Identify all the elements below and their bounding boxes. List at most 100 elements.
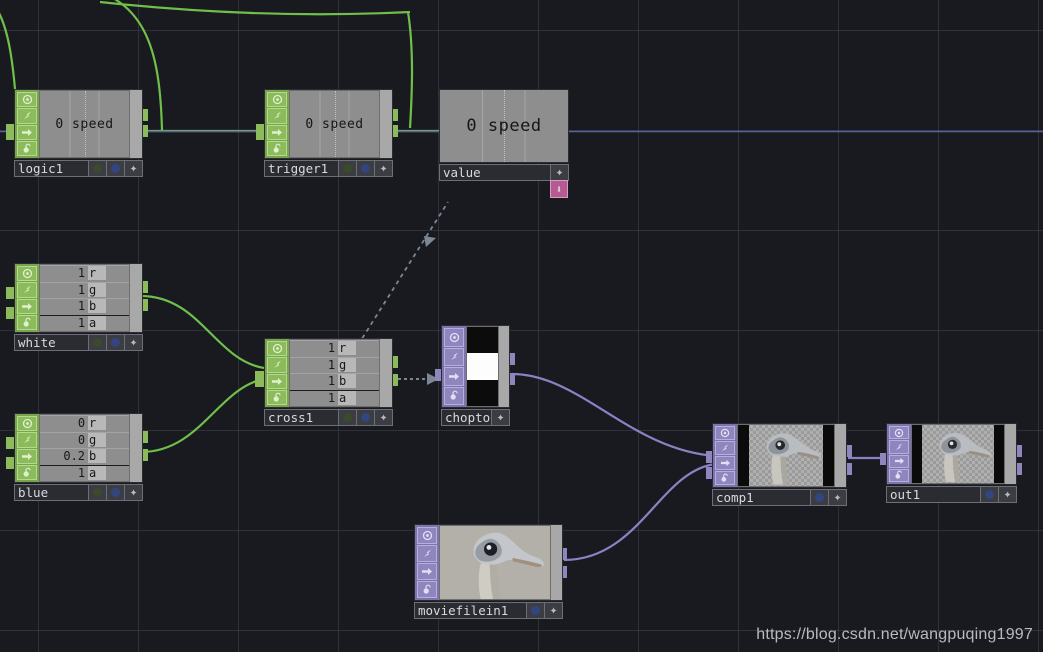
trigger1-preview[interactable]: 0 speed xyxy=(289,90,380,158)
blue-input-plug-2[interactable] xyxy=(6,457,14,469)
lock-icon[interactable] xyxy=(889,469,909,482)
viewer-target-icon[interactable] xyxy=(267,341,287,356)
arrow-right-icon[interactable] xyxy=(417,563,437,580)
cross1-icon-strip[interactable] xyxy=(265,339,289,407)
chopto1-bypass-flag[interactable]: ✦ xyxy=(492,409,510,426)
arrow-right-icon[interactable] xyxy=(17,125,37,140)
lock-icon[interactable] xyxy=(17,141,37,156)
node-value[interactable]: 0 speed value ✦ ⬇ xyxy=(439,89,569,181)
lightning-icon[interactable] xyxy=(417,545,437,562)
comp1-preview[interactable] xyxy=(737,424,835,487)
arrow-right-icon[interactable] xyxy=(715,456,735,470)
moviefilein1-clone-flag[interactable] xyxy=(527,602,545,619)
node-comp1[interactable]: comp1 ✦ xyxy=(712,423,847,506)
logic1-preview[interactable]: 0 speed xyxy=(39,90,130,158)
trigger1-bypass-flag[interactable]: ✦ xyxy=(375,160,393,177)
lock-icon[interactable] xyxy=(267,390,287,405)
out1-clone-flag[interactable] xyxy=(981,486,999,503)
comp1-clone-flag[interactable] xyxy=(811,489,829,506)
arrow-right-icon[interactable] xyxy=(17,299,37,314)
trigger1-name[interactable]: trigger1 xyxy=(264,160,339,177)
lock-icon[interactable] xyxy=(17,315,37,330)
lock-icon[interactable] xyxy=(417,581,437,598)
node-editor-canvas[interactable]: 0 speed logic1 ✦ 0 speed xyxy=(0,0,1043,652)
value-bypass-flag[interactable]: ✦ xyxy=(551,164,569,181)
arrow-right-icon[interactable] xyxy=(444,367,464,386)
node-trigger1[interactable]: 0 speed trigger1 ✦ xyxy=(264,89,393,177)
lightning-icon[interactable] xyxy=(17,108,37,123)
out1-preview[interactable] xyxy=(911,424,1005,484)
out1-name[interactable]: out1 xyxy=(886,486,981,503)
arrow-right-icon[interactable] xyxy=(17,449,37,464)
value-export-badge[interactable]: ⬇ xyxy=(550,180,568,198)
lightning-icon[interactable] xyxy=(444,348,464,367)
comp1-bypass-flag[interactable]: ✦ xyxy=(829,489,847,506)
logic1-clone-flag[interactable] xyxy=(107,160,125,177)
lock-icon[interactable] xyxy=(267,141,287,156)
white-preview[interactable]: 1r 1g 1b 1a xyxy=(39,264,130,332)
node-moviefilein1[interactable]: moviefilein1 ✦ xyxy=(414,524,563,619)
out1-icon-strip[interactable] xyxy=(887,424,911,484)
chopto1-name[interactable]: chopto1 xyxy=(441,409,492,426)
cross1-bypass-flag[interactable]: ✦ xyxy=(375,409,393,426)
lock-icon[interactable] xyxy=(715,471,735,485)
cross1-viewer-flag[interactable] xyxy=(339,409,357,426)
chopto1-preview[interactable] xyxy=(466,326,499,407)
arrow-right-icon[interactable] xyxy=(889,455,909,468)
node-chopto1[interactable]: chopto1 ✦ xyxy=(441,325,510,426)
viewer-target-icon[interactable] xyxy=(17,416,37,431)
lock-icon[interactable] xyxy=(444,387,464,406)
lightning-icon[interactable] xyxy=(889,440,909,453)
trigger1-icon-strip[interactable] xyxy=(265,90,289,158)
viewer-target-icon[interactable] xyxy=(417,527,437,544)
lightning-icon[interactable] xyxy=(267,357,287,372)
blue-name[interactable]: blue xyxy=(14,484,89,501)
viewer-target-icon[interactable] xyxy=(889,426,909,439)
blue-clone-flag[interactable] xyxy=(107,484,125,501)
lightning-icon[interactable] xyxy=(17,282,37,297)
logic1-bypass-flag[interactable]: ✦ xyxy=(125,160,143,177)
blue-viewer-flag[interactable] xyxy=(89,484,107,501)
node-blue[interactable]: 0r 0g 0.2b 1a blue ✦ xyxy=(14,413,143,501)
trigger1-viewer-flag[interactable] xyxy=(339,160,357,177)
blue-bypass-flag[interactable]: ✦ xyxy=(125,484,143,501)
white-viewer-flag[interactable] xyxy=(89,334,107,351)
logic1-name[interactable]: logic1 xyxy=(14,160,89,177)
node-cross1[interactable]: 1r 1g 1b 1a cross1 ✦ xyxy=(264,338,393,426)
cross1-clone-flag[interactable] xyxy=(357,409,375,426)
moviefilein1-name[interactable]: moviefilein1 xyxy=(414,602,527,619)
lightning-icon[interactable] xyxy=(17,432,37,447)
cross1-preview[interactable]: 1r 1g 1b 1a xyxy=(289,339,380,407)
white-input-plug-1[interactable] xyxy=(6,287,14,299)
node-logic1[interactable]: 0 speed logic1 ✦ xyxy=(14,89,143,177)
comp1-icon-strip[interactable] xyxy=(713,424,737,487)
moviefilein1-preview[interactable] xyxy=(439,525,551,600)
value-preview[interactable]: 0 speed xyxy=(440,90,568,162)
white-clone-flag[interactable] xyxy=(107,334,125,351)
chopto1-icon-strip[interactable] xyxy=(442,326,466,407)
moviefilein1-bypass-flag[interactable]: ✦ xyxy=(545,602,563,619)
blue-preview[interactable]: 0r 0g 0.2b 1a xyxy=(39,414,130,482)
lightning-icon[interactable] xyxy=(267,108,287,123)
blue-icon-strip[interactable] xyxy=(15,414,39,482)
node-out1[interactable]: out1 ✦ xyxy=(886,423,1017,503)
viewer-target-icon[interactable] xyxy=(444,328,464,347)
viewer-target-icon[interactable] xyxy=(715,426,735,440)
white-bypass-flag[interactable]: ✦ xyxy=(125,334,143,351)
blue-input-plug-1[interactable] xyxy=(6,437,14,449)
white-name[interactable]: white xyxy=(14,334,89,351)
arrow-right-icon[interactable] xyxy=(267,374,287,389)
logic1-icon-strip[interactable] xyxy=(15,90,39,158)
viewer-target-icon[interactable] xyxy=(17,92,37,107)
lock-icon[interactable] xyxy=(17,465,37,480)
white-icon-strip[interactable] xyxy=(15,264,39,332)
value-name[interactable]: value xyxy=(439,164,551,181)
lightning-icon[interactable] xyxy=(715,441,735,455)
arrow-right-icon[interactable] xyxy=(267,125,287,140)
trigger1-clone-flag[interactable] xyxy=(357,160,375,177)
cross1-name[interactable]: cross1 xyxy=(264,409,339,426)
out1-bypass-flag[interactable]: ✦ xyxy=(999,486,1017,503)
white-input-plug-2[interactable] xyxy=(6,307,14,319)
viewer-target-icon[interactable] xyxy=(267,92,287,107)
logic1-viewer-flag[interactable] xyxy=(89,160,107,177)
